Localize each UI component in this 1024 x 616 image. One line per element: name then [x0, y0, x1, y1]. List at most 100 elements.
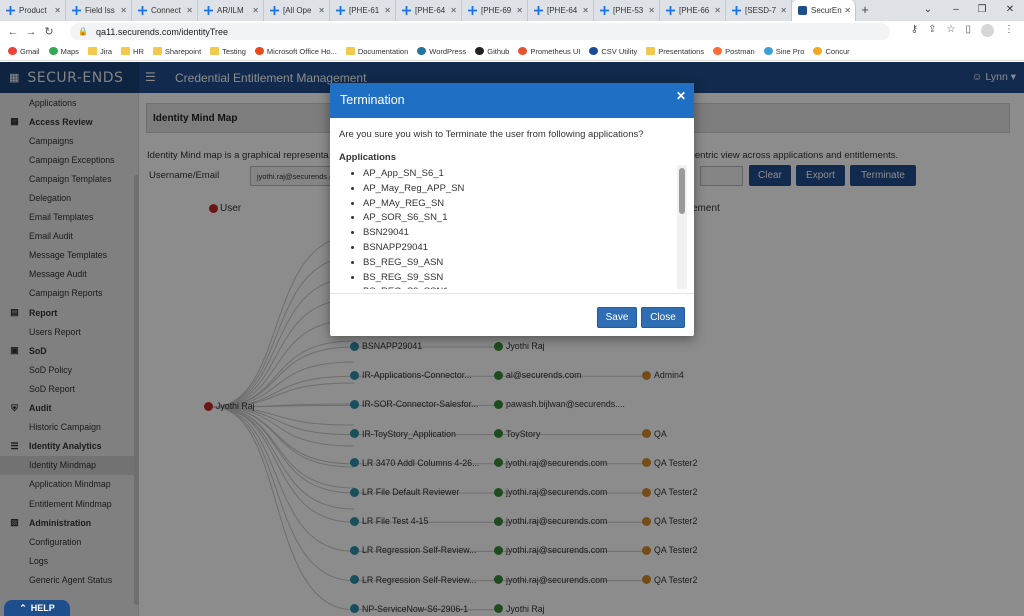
- bookmark-item[interactable]: Maps: [48, 47, 79, 56]
- sine-icon: [763, 47, 773, 55]
- csv-icon: [589, 47, 599, 55]
- tab-close-icon[interactable]: ✕: [54, 6, 61, 15]
- tab-label: [All Ope: [283, 6, 312, 15]
- browser-tab[interactable]: [PHE-64 ✕: [528, 0, 594, 21]
- key-icon[interactable]: ⚷: [911, 24, 918, 37]
- help-button[interactable]: ⌃ HELP: [4, 600, 70, 616]
- tab-close-icon[interactable]: ✕: [648, 6, 655, 15]
- browser-tab[interactable]: SecurEn ✕: [792, 0, 856, 21]
- bookmark-label: CSV Utility: [601, 46, 638, 56]
- menu-icon[interactable]: ⋮: [1004, 24, 1014, 37]
- bookmark-label: HR: [133, 46, 144, 56]
- tab-close-icon[interactable]: ✕: [186, 6, 193, 15]
- browser-tab[interactable]: [PHE-66 ✕: [660, 0, 726, 21]
- bookmark-label: Gmail: [20, 46, 40, 56]
- browser-tab[interactable]: Product ✕: [0, 0, 66, 21]
- applications-heading: Applications: [339, 152, 397, 163]
- star-icon[interactable]: ☆: [947, 24, 956, 37]
- tab-close-icon[interactable]: ✕: [582, 6, 589, 15]
- profile-avatar[interactable]: [981, 24, 994, 37]
- browser-tab[interactable]: [PHE-53 ✕: [594, 0, 660, 21]
- share-icon[interactable]: ⇪: [928, 24, 936, 37]
- tab-search-icon[interactable]: ⌄: [916, 0, 940, 21]
- bookmarks-bar: Gmail Maps Jira HR Sharepoint Testing Microsof…: [0, 42, 1024, 61]
- modal-footer: Save Close: [330, 293, 694, 336]
- modal-title: Termination: [340, 93, 405, 107]
- url-text: qa11.securends.com/identityTree: [95, 26, 229, 37]
- gmail-icon: [8, 47, 17, 55]
- save-button[interactable]: Save: [597, 307, 637, 328]
- restore-icon[interactable]: ❐: [970, 0, 994, 21]
- tab-close-icon[interactable]: ✕: [780, 6, 787, 15]
- address-bar-row: ← → ↻ 🔒 qa11.securends.com/identityTree …: [0, 21, 1024, 42]
- tab-favicon-icon: [6, 6, 15, 15]
- bookmark-item[interactable]: CSV Utility: [589, 47, 637, 56]
- bookmark-item[interactable]: Jira: [87, 47, 112, 56]
- folder-icon: [121, 47, 131, 55]
- browser-tab[interactable]: [PHE-64 ✕: [396, 0, 462, 21]
- browser-tab[interactable]: Field Iss ✕: [66, 0, 132, 21]
- browser-tab[interactable]: [SESD-7 ✕: [726, 0, 792, 21]
- new-tab-icon[interactable]: +: [856, 0, 874, 21]
- tab-close-icon[interactable]: ✕: [844, 6, 851, 15]
- browser-tab[interactable]: AR/ILM ✕: [198, 0, 264, 21]
- tab-favicon-icon: [402, 6, 411, 15]
- tab-close-icon[interactable]: ✕: [384, 6, 391, 15]
- url-bar[interactable]: 🔒 qa11.securends.com/identityTree: [70, 23, 890, 40]
- bookmark-label: Sine Pro: [775, 46, 805, 56]
- applications-scrollbar[interactable]: [679, 168, 685, 214]
- tab-label: [PHE-64: [547, 6, 578, 15]
- bookmark-item[interactable]: Postman: [713, 47, 755, 56]
- sidepanel-icon[interactable]: ▯: [965, 24, 971, 37]
- bookmark-item[interactable]: Sine Pro: [763, 46, 805, 56]
- bookmark-item[interactable]: WordPress: [417, 47, 466, 56]
- tab-label: Product: [19, 6, 47, 15]
- tab-close-icon[interactable]: ✕: [516, 6, 523, 15]
- bookmark-item[interactable]: HR: [121, 47, 144, 56]
- bookmark-label: Postman: [725, 46, 755, 56]
- browser-tab[interactable]: [All Ope ✕: [264, 0, 330, 21]
- bookmark-item[interactable]: Testing: [210, 47, 246, 56]
- bookmark-item[interactable]: Presentations: [646, 47, 704, 56]
- close-icon[interactable]: ✕: [676, 89, 686, 103]
- browser-tab[interactable]: Connect ✕: [132, 0, 198, 21]
- tab-close-icon[interactable]: ✕: [252, 6, 259, 15]
- minimize-icon[interactable]: –: [944, 0, 968, 21]
- browser-tab[interactable]: [PHE-61 ✕: [330, 0, 396, 21]
- tab-close-icon[interactable]: ✕: [450, 6, 457, 15]
- tab-close-icon[interactable]: ✕: [714, 6, 721, 15]
- folder-icon: [152, 47, 162, 55]
- bookmark-item[interactable]: Sharepoint: [152, 46, 202, 56]
- tab-label: [PHE-66: [679, 6, 710, 15]
- tab-favicon-icon: [336, 6, 345, 15]
- bookmark-item[interactable]: Prometheus UI: [518, 47, 580, 56]
- close-button[interactable]: Close: [641, 307, 685, 328]
- application-list-item: BS_REG_S9_SSN1: [363, 285, 685, 289]
- forward-icon[interactable]: →: [22, 26, 40, 38]
- reload-icon[interactable]: ↻: [40, 25, 58, 38]
- chevron-up-icon: ⌃: [19, 602, 27, 613]
- browser-tab[interactable]: [PHE-69 ✕: [462, 0, 528, 21]
- office-icon: [254, 47, 264, 55]
- bookmark-item[interactable]: Github: [475, 47, 509, 56]
- application-list-item: BSN29041: [363, 226, 685, 241]
- back-icon[interactable]: ←: [4, 26, 22, 38]
- bookmark-item[interactable]: Concur: [813, 47, 850, 56]
- tab-favicon-icon: [798, 6, 807, 15]
- application-list-item: AP_App_SN_S6_1: [363, 167, 685, 182]
- tab-favicon-icon: [732, 6, 741, 15]
- tab-close-icon[interactable]: ✕: [120, 6, 127, 15]
- bookmark-label: WordPress: [429, 46, 467, 56]
- tab-favicon-icon: [468, 6, 477, 15]
- tab-label: [SESD-7: [745, 6, 777, 15]
- close-window-icon[interactable]: ✕: [998, 0, 1022, 21]
- bookmark-item[interactable]: Documentation: [345, 47, 408, 56]
- folder-icon: [345, 47, 355, 55]
- bookmark-label: Sharepoint: [164, 46, 202, 56]
- bookmark-item[interactable]: Gmail: [8, 47, 40, 56]
- applications-list[interactable]: AP_App_SN_S6_1AP_May_Reg_APP_SNAP_MAy_RE…: [345, 167, 685, 289]
- tab-favicon-icon: [270, 6, 279, 15]
- bookmark-item[interactable]: Microsoft Office Ho...: [254, 47, 337, 56]
- tab-label: [PHE-69: [481, 6, 512, 15]
- tab-close-icon[interactable]: ✕: [318, 6, 325, 15]
